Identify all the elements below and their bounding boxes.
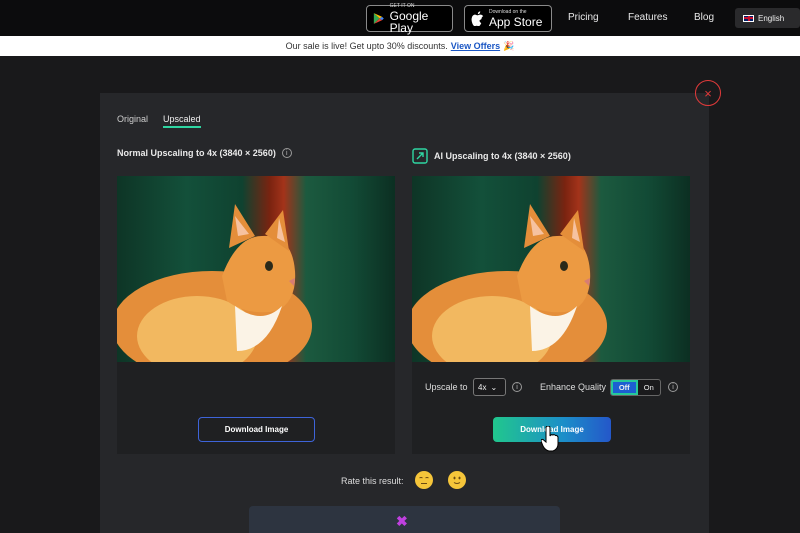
nav-pricing[interactable]: Pricing xyxy=(568,12,599,23)
party-popper-icon: 🎉 xyxy=(503,40,515,51)
active-tab-indicator xyxy=(163,126,201,128)
google-play-small-text: GET IT ON xyxy=(389,2,415,9)
close-button[interactable]: × xyxy=(695,80,721,106)
neutral-face-icon[interactable] xyxy=(415,471,433,489)
rate-result-label: Rate this result: xyxy=(341,476,404,486)
nav-features[interactable]: Features xyxy=(628,12,667,23)
uk-flag-icon xyxy=(743,14,754,22)
upscale-select-value: 4x xyxy=(478,382,487,392)
app-store-label: App Store xyxy=(489,14,543,29)
tab-original[interactable]: Original xyxy=(117,114,148,124)
upscale-to-label: Upscale to xyxy=(425,382,468,392)
apple-icon xyxy=(471,11,484,26)
ai-upscale-icon xyxy=(412,148,428,164)
kitten-image-ai xyxy=(412,176,690,362)
normal-upscale-title: Normal Upscaling to 4x (3840 × 2560) i xyxy=(117,148,292,158)
enhance-quality-label: Enhance Quality xyxy=(540,382,607,392)
kitten-image-normal xyxy=(117,176,395,362)
upscale-info-icon[interactable]: i xyxy=(512,382,522,392)
google-play-label: Google Play xyxy=(389,8,429,35)
sale-banner-text: Our sale is live! Get upto 30% discounts… xyxy=(285,41,448,51)
google-play-button[interactable]: GET IT ON Google Play xyxy=(366,2,453,35)
app-store-button[interactable]: Download on the App Store xyxy=(464,5,552,32)
normal-upscale-title-text: Normal Upscaling to 4x (3840 × 2560) xyxy=(117,148,276,158)
info-icon[interactable]: i xyxy=(281,148,292,158)
view-offers-link[interactable]: View Offers xyxy=(451,41,500,51)
sale-banner: Our sale is live! Get upto 30% discounts… xyxy=(0,36,800,56)
nav-blog[interactable]: Blog xyxy=(694,12,714,23)
sparkle-logo-icon: ✖ xyxy=(396,513,408,529)
download-normal-button[interactable]: Download Image xyxy=(198,417,315,442)
top-navbar: GET IT ON Google Play Download on the Ap… xyxy=(0,0,800,36)
normal-upscale-panel xyxy=(117,176,395,454)
close-icon: × xyxy=(704,85,712,101)
enhance-quality-toggle[interactable]: Off On xyxy=(610,379,661,396)
tab-upscaled[interactable]: Upscaled xyxy=(163,114,201,124)
ai-upscale-title-text: AI Upscaling to 4x (3840 × 2560) xyxy=(434,151,571,161)
toggle-off-option[interactable]: Off xyxy=(611,380,638,395)
enhance-info-icon[interactable]: i xyxy=(668,382,678,392)
hand-cursor-icon xyxy=(541,426,559,452)
language-selector[interactable]: English xyxy=(735,8,800,28)
upscale-select[interactable]: 4x ⌄ xyxy=(473,378,506,396)
toggle-on-option[interactable]: On xyxy=(638,380,661,395)
ai-upscale-panel xyxy=(412,176,690,454)
app-store-small-text: Download on the xyxy=(489,8,527,15)
google-play-icon xyxy=(373,13,384,24)
language-label: English xyxy=(758,13,785,23)
chevron-down-icon: ⌄ xyxy=(490,382,498,392)
smiling-face-icon[interactable] xyxy=(448,471,466,489)
ai-upscale-title: AI Upscaling to 4x (3840 × 2560) xyxy=(412,148,571,164)
